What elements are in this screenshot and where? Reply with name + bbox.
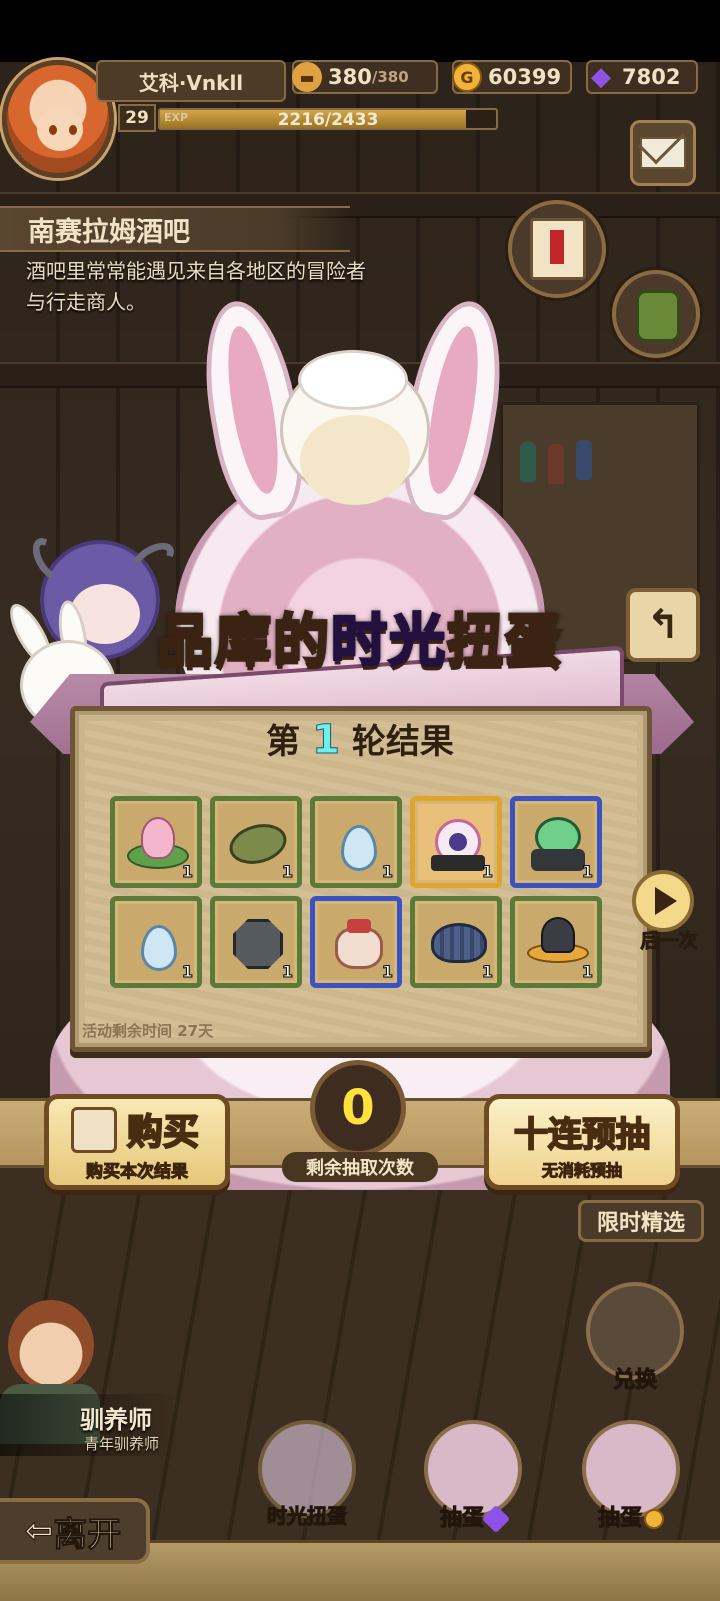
gem-draw-label: 抽蛋	[418, 1500, 528, 1534]
gold-coin-icon: G	[452, 62, 482, 92]
event-title-part2: 扭蛋	[446, 608, 563, 676]
mail-button[interactable]	[630, 120, 696, 186]
event-remaining-time: 活动剩余时间 27天	[82, 1022, 214, 1040]
gacha-bunny-icon	[71, 1107, 117, 1153]
buy-subtitle: 购买本次结果	[86, 1162, 189, 1183]
item-quantity: 1	[381, 862, 393, 882]
bottle	[548, 444, 564, 484]
bread-icon: ▬	[292, 62, 322, 92]
result-slot[interactable]: 1	[310, 796, 402, 888]
round-title: 第 1 轮结果	[0, 714, 720, 764]
gold-coin-icon	[644, 1509, 664, 1529]
iron-ore-icon	[227, 913, 289, 975]
gold-amount: 60399	[488, 65, 562, 89]
ten-draw-subtitle: 无消耗预抽	[489, 1157, 675, 1181]
leaf-bundle-icon	[225, 813, 291, 875]
player-level: 29	[118, 104, 156, 132]
gold-draw-text: 抽蛋	[597, 1506, 642, 1532]
stamina-current: 380	[328, 65, 372, 89]
bottle	[520, 442, 536, 482]
item-quantity: 1	[581, 962, 593, 982]
exp-value: 2216/2433	[277, 110, 379, 130]
item-quantity: 1	[181, 962, 193, 982]
exchange-button[interactable]: 兑换	[580, 1282, 690, 1402]
result-slot[interactable]: 1	[210, 796, 302, 888]
play-arrow-icon	[655, 887, 677, 915]
backpack-icon	[636, 290, 680, 342]
stamina-counter[interactable]: ▬ 380/380	[292, 60, 438, 94]
npc-name: 驯养师	[80, 1406, 152, 1434]
result-slot[interactable]: 1	[210, 896, 302, 988]
round-number: 1	[312, 717, 341, 764]
lotus-bud-icon	[127, 813, 189, 875]
result-slot[interactable]: 1	[410, 796, 502, 888]
remaining-draws-count: 0	[310, 1060, 406, 1156]
ten-draw-preview-button[interactable]: 十连预抽 无消耗预抽	[484, 1094, 680, 1190]
ten-draw-free-label: 无消耗	[541, 1161, 590, 1181]
item-quantity: 1	[181, 862, 193, 882]
trainer-portrait	[8, 1300, 94, 1390]
item-quantity: 1	[581, 862, 593, 882]
return-button[interactable]: ↰	[626, 588, 700, 662]
leave-label: 离开	[53, 1514, 122, 1555]
quest-scroll-button[interactable]	[508, 200, 606, 298]
left-arrow-icon: ⇦	[24, 1511, 54, 1552]
buy-title: 购买	[126, 1111, 200, 1154]
event-title-part1: 品库的	[156, 608, 331, 676]
remaining-draws-label: 剩余抽取次数	[282, 1152, 438, 1182]
ten-draw-title: 十连预抽	[513, 1114, 651, 1156]
return-arrow-icon: ↰	[646, 602, 680, 648]
backpack-button[interactable]	[612, 270, 700, 358]
result-slot[interactable]: 1	[110, 896, 202, 988]
gift-pouch-icon	[327, 913, 389, 975]
leave-button[interactable]: ⇦ 离开	[0, 1498, 150, 1564]
item-quantity: 1	[481, 962, 493, 982]
exp-bar: EXP 2216/2433	[158, 108, 498, 130]
gold-counter[interactable]: G 60399	[452, 60, 572, 94]
envelope-icon	[640, 137, 686, 169]
stamina-max: /380	[371, 68, 409, 86]
result-slot[interactable]: 1	[310, 896, 402, 988]
event-title: 品库的时光扭蛋	[0, 596, 720, 677]
item-quantity: 1	[281, 862, 293, 882]
result-slot[interactable]: 1	[410, 896, 502, 988]
gem-amount: 7802	[622, 65, 681, 89]
time-gacha-button[interactable]: 时光扭蛋	[252, 1420, 362, 1540]
buy-button[interactable]: 购买 购买本次结果	[44, 1094, 230, 1190]
gold-draw-label: 抽蛋	[576, 1500, 686, 1532]
green-slime-ore-icon	[527, 813, 589, 875]
next-round-label: 后一次	[640, 930, 698, 953]
result-slot[interactable]: 1	[110, 796, 202, 888]
ten-draw-sub-rest: 预抽	[589, 1161, 623, 1181]
bunny-face	[300, 415, 410, 505]
seashell-icon	[427, 913, 489, 975]
limited-selection-button[interactable]: 限时精选	[578, 1200, 704, 1242]
gold-draw-button[interactable]: 抽蛋	[576, 1420, 686, 1540]
witch-hat-icon	[527, 913, 589, 975]
item-quantity: 1	[481, 862, 493, 882]
item-quantity: 1	[281, 962, 293, 982]
result-slot[interactable]: 1	[510, 896, 602, 988]
time-gacha-label: 时光扭蛋	[267, 1504, 348, 1529]
npc-title: 青年驯养师	[84, 1435, 160, 1453]
round-suffix: 轮结果	[351, 722, 454, 762]
gem-counter[interactable]: ◆ 7802	[586, 60, 698, 94]
event-title-accent: 时光	[330, 608, 447, 676]
result-slot[interactable]: 1	[510, 796, 602, 888]
water-drop-icon	[127, 913, 189, 975]
purple-gem-icon: ◆	[591, 62, 611, 92]
round-prefix: 第	[266, 722, 301, 762]
water-drop-icon	[327, 813, 389, 875]
gem-draw-text: 抽蛋	[439, 1506, 484, 1532]
bunny-hair-icon	[298, 350, 408, 410]
next-round-button[interactable]: 后一次	[628, 870, 700, 956]
player-name: 艾科·Vnkll	[96, 60, 286, 102]
location-title: 南赛拉姆酒吧	[0, 206, 350, 252]
gem-draw-button[interactable]: 抽蛋	[418, 1420, 528, 1540]
item-quantity: 1	[381, 962, 393, 982]
heart-locket-icon	[427, 813, 489, 875]
exchange-label: 兑换	[612, 1368, 657, 1394]
purple-gem-icon	[481, 1504, 511, 1534]
bottle	[576, 440, 592, 480]
